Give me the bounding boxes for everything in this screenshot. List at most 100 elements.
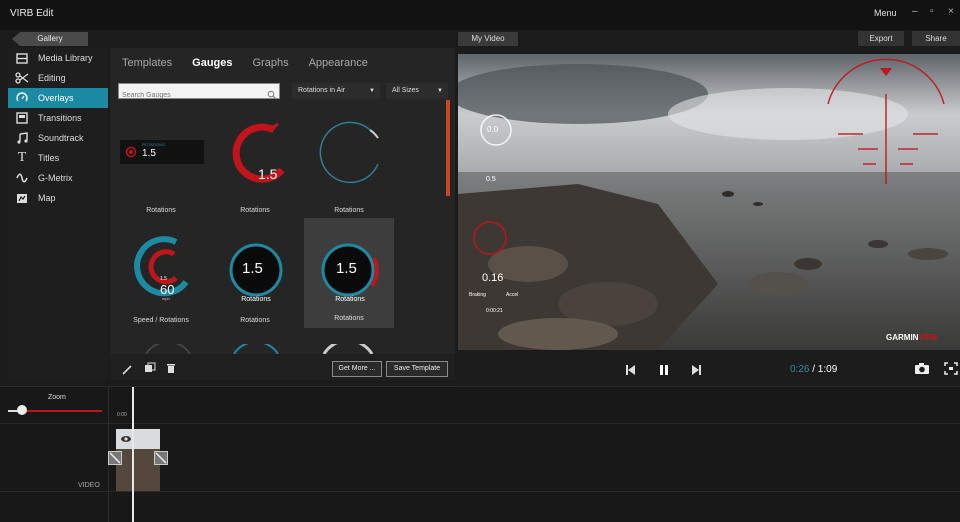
close-button[interactable]: × [948,6,954,17]
record-icon [125,146,137,158]
overlay-speed-value: 0.16 [482,272,504,284]
chevron-down-icon: ▼ [437,88,443,94]
playback-controls [458,352,960,386]
gauge-caption: Rotations [335,296,365,303]
share-button[interactable]: Share [912,31,960,46]
gallery-back-button[interactable]: Gallery [12,32,88,46]
gauges-scrollbar[interactable] [446,100,450,196]
gauge-label: Rotations [240,207,270,214]
overlay-accel-label: Accel [506,292,519,298]
sidebar-item-g-metrix[interactable]: G-Metrix [8,168,108,188]
overlay-zero-value: 0.0 [487,125,499,134]
garmin-brand-watermark: GARMINVIRB [886,333,938,342]
gallery-label: Gallery [37,34,63,43]
sidebar-item-label: Transitions [38,113,82,123]
search-input[interactable] [119,88,259,103]
menu-button[interactable]: Menu [874,8,897,18]
camera-icon[interactable] [914,362,930,380]
sidebar-item-map[interactable]: Map [8,188,108,208]
overlay-time: 0:00:21 [486,308,503,314]
media-library-icon [14,52,30,64]
current-time: 0:26 [790,364,810,375]
gauge-unit: mph [162,296,170,301]
trash-icon[interactable] [166,361,176,379]
gmetrix-icon [14,172,30,184]
size-filter-value: All Sizes [392,87,419,94]
gauge-label: Rotations [334,315,364,322]
sidebar-item-media-library[interactable]: Media Library [8,48,108,68]
transition-out-icon[interactable] [154,451,168,470]
sidebar-item-label: Map [38,193,56,203]
gauge-value: 60 [160,282,175,297]
sidebar-item-titles[interactable]: T Titles [8,148,108,168]
playback-time: 0:26 / 1:09 [790,364,837,375]
metric-filter-select[interactable]: Rotations in Air ▼ [292,83,380,99]
gauge-value: 1.5 [258,166,278,182]
chevron-down-icon: ▼ [369,88,375,94]
gauge-tile-rotations-circle-selected[interactable]: 1.5 Rotations Rotations [304,218,394,328]
gauge-preview: ROTATIONS 1.5 [120,140,204,164]
fullscreen-icon[interactable] [944,362,958,380]
clip-eye-icon[interactable] [120,431,132,449]
playhead[interactable] [132,387,134,522]
sidebar-item-label: Titles [38,153,60,163]
overlay-panel: Templates Gauges Graphs Appearance Rotat… [110,48,455,380]
search-icon[interactable] [267,86,276,104]
sidebar-item-label: Overlays [38,93,74,103]
tab-gauges[interactable]: Gauges [192,57,232,75]
duplicate-icon[interactable] [144,361,156,379]
get-more-button[interactable]: Get More ... [332,361,382,377]
gauge-label: Rotations [334,207,364,214]
timeline: 0:00 [0,386,960,522]
gauge-header: ROTATIONS [142,142,165,147]
gauge-tile-speed-rotations[interactable]: 1.5 60 mph Speed / Rotations [116,220,206,330]
gauge-value: 1.5 [242,260,263,277]
gauge-caption: Rotations [241,296,271,303]
sidebar-item-label: G-Metrix [38,173,73,183]
overlay-small-value: 0.5 [486,176,496,183]
export-button[interactable]: Export [858,31,904,46]
video-preview[interactable]: 0.0 0.5 0.16 Braking Accel 0:00:21 GARMI… [458,54,960,350]
scissors-icon [14,72,30,84]
metric-filter-value: Rotations in Air [298,87,346,94]
gauge-value: 1.5 [142,148,156,159]
video-track-label: VIDEO [78,482,100,489]
zoom-slider-thumb[interactable] [17,405,28,415]
virb-edit-window: VIRB Edit Menu – ▫ × Gallery My Video Ex… [0,0,960,522]
my-video-tab[interactable]: My Video [458,32,518,46]
size-filter-select[interactable]: All Sizes ▼ [386,83,448,99]
tab-graphs[interactable]: Graphs [253,57,289,75]
total-time: / 1:09 [812,364,838,375]
gauge-label: Rotations [146,207,176,214]
tab-appearance[interactable]: Appearance [309,57,368,75]
sidebar: Media Library Editing Overlays Transitio… [8,48,108,380]
video-frame [458,54,960,350]
step-back-icon[interactable] [625,363,637,381]
sidebar-item-transitions[interactable]: Transitions [8,108,108,128]
text-t-icon: T [17,150,27,165]
gauge-tile-rotations-arc-red[interactable]: 1.5 Rotations [210,110,300,220]
tab-templates[interactable]: Templates [122,57,172,75]
gauge-label: Rotations [240,317,270,324]
gauge-value: 1.5 [336,260,357,277]
save-template-button[interactable]: Save Template [386,361,448,377]
transition-in-icon[interactable] [108,451,122,470]
sidebar-item-soundtrack[interactable]: Soundtrack [8,128,108,148]
pencil-icon[interactable] [122,362,133,380]
step-forward-icon[interactable] [690,363,702,381]
map-icon [14,192,30,204]
pause-icon[interactable] [658,363,670,381]
zoom-label: Zoom [48,394,66,401]
sidebar-item-label: Editing [38,73,66,83]
minimize-button[interactable]: – [912,6,918,17]
gauge-tile-rotations-circle[interactable]: 1.5 Rotations Rotations [210,220,300,330]
sidebar-item-editing[interactable]: Editing [8,68,108,88]
gauge-tile-rotations-bar[interactable]: ROTATIONS 1.5 Rotations [116,110,206,220]
gauge-label: Speed / Rotations [133,317,189,324]
gauge-tile-rotations-arc-thin[interactable]: Rotations [304,110,394,220]
music-note-icon [14,132,30,144]
gauge-icon [14,92,30,104]
gauge-preview [319,121,379,184]
maximize-button[interactable]: ▫ [930,6,934,17]
sidebar-item-overlays[interactable]: Overlays [8,88,108,108]
